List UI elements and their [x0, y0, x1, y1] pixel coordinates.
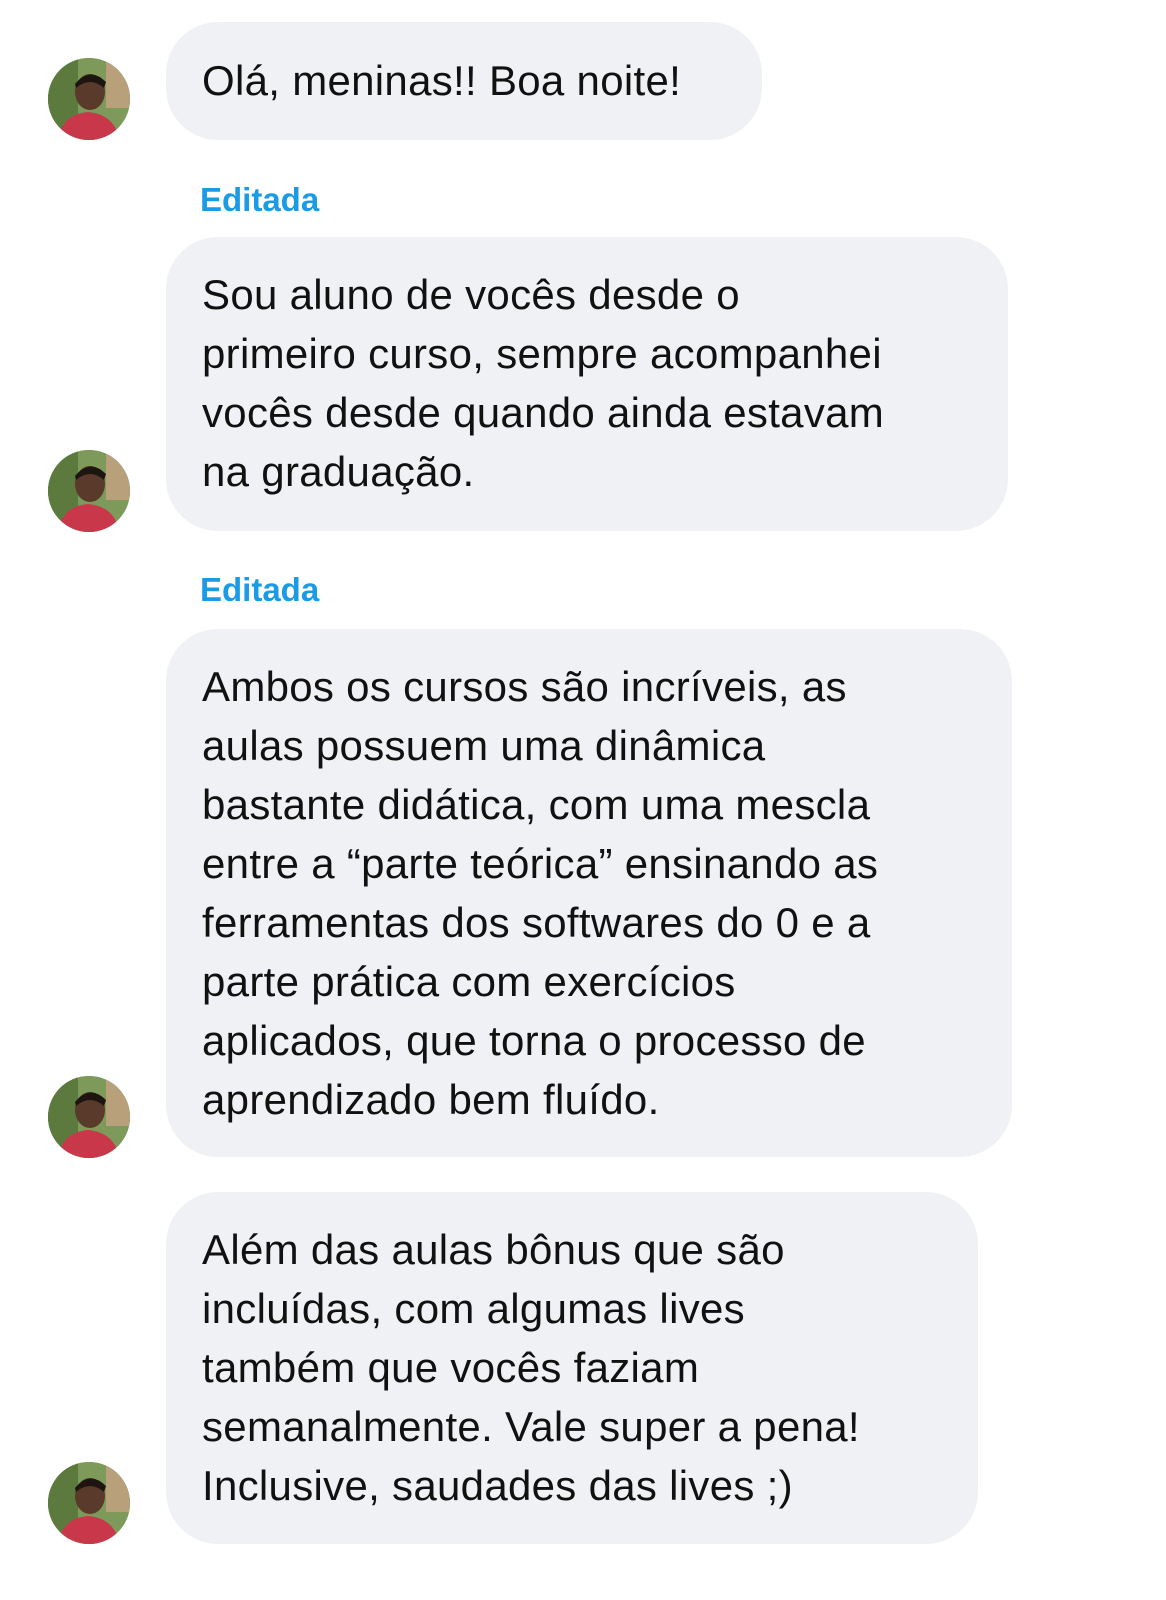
message-text-line: aulas possuem uma dinâmica: [202, 722, 766, 769]
sender-avatar[interactable]: [48, 450, 130, 532]
message-text-line: na graduação.: [202, 448, 475, 495]
message-bubble[interactable]: Ambos os cursos são incríveis, as aulas …: [166, 629, 1012, 1157]
message-bubble[interactable]: Sou aluno de vocês desde o primeiro curs…: [166, 237, 1008, 531]
avatar-photo: [48, 450, 130, 532]
message-text-line: parte prática com exercícios: [202, 958, 736, 1005]
message-text-line: também que vocês faziam: [202, 1344, 700, 1391]
message-text-line: ferramentas dos softwares do 0 e a: [202, 899, 871, 946]
message-text-line: aplicados, que torna o processo de: [202, 1017, 866, 1064]
edited-label[interactable]: Editada: [200, 180, 319, 220]
message-bubble[interactable]: Olá, meninas!! Boa noite!: [166, 22, 762, 140]
edited-label[interactable]: Editada: [200, 570, 319, 610]
message-text-line: Olá, meninas!! Boa noite!: [202, 57, 682, 104]
message-text-line: vocês desde quando ainda estavam: [202, 389, 885, 436]
message-text-line: primeiro curso, sempre acompanhei: [202, 330, 882, 377]
sender-avatar[interactable]: [48, 1076, 130, 1158]
message-text-line: Sou aluno de vocês desde o: [202, 271, 740, 318]
message-text-line: Inclusive, saudades das lives ;): [202, 1462, 793, 1509]
sender-avatar[interactable]: [48, 58, 130, 140]
message-text-line: entre a “parte teórica” ensinando as: [202, 840, 879, 887]
message-text-line: aprendizado bem fluído.: [202, 1076, 660, 1123]
avatar-photo: [48, 58, 130, 140]
sender-avatar[interactable]: [48, 1462, 130, 1544]
message-text-line: bastante didática, com uma mescla: [202, 781, 871, 828]
message-text-line: Ambos os cursos são incríveis, as: [202, 663, 847, 710]
message-bubble[interactable]: Além das aulas bônus que são incluídas, …: [166, 1192, 978, 1544]
avatar-photo: [48, 1076, 130, 1158]
message-text-line: incluídas, com algumas lives: [202, 1285, 745, 1332]
message-text-line: semanalmente. Vale super a pena!: [202, 1403, 860, 1450]
avatar-photo: [48, 1462, 130, 1544]
message-text-line: Além das aulas bônus que são: [202, 1226, 785, 1273]
